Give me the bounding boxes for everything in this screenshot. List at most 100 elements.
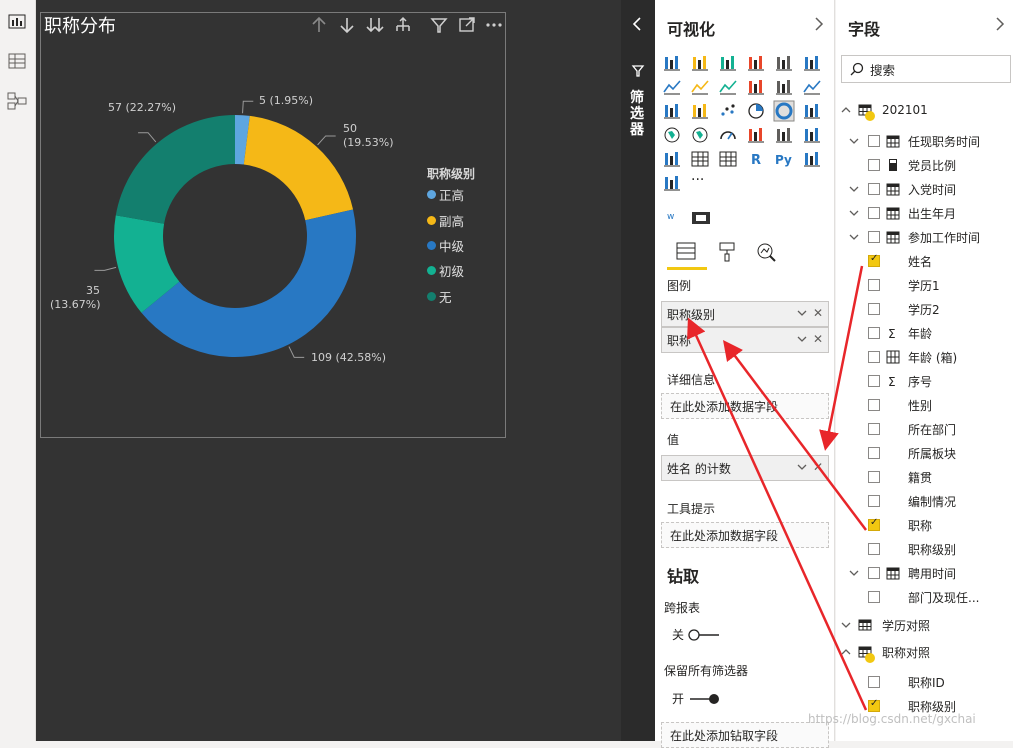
field-row[interactable]: 籍贯 <box>848 466 932 488</box>
field-row[interactable]: Σ 序号 <box>848 370 932 392</box>
chevron-down-icon[interactable] <box>840 619 852 631</box>
values-field[interactable]: 姓名 的计数 ✕ <box>661 455 829 481</box>
field-row[interactable]: 所在部门 <box>848 418 956 440</box>
field-row[interactable]: 性别 <box>848 394 932 416</box>
legend-item-zhenggao[interactable]: 正高 <box>427 186 464 203</box>
matrix-icon[interactable] <box>717 148 739 170</box>
field-checkbox[interactable] <box>868 183 880 195</box>
field-row[interactable]: 学历1 <box>848 274 940 296</box>
chevron-down-icon[interactable] <box>848 567 862 579</box>
field-checkbox[interactable] <box>868 698 880 712</box>
100-stacked-column-icon[interactable] <box>801 52 823 74</box>
pie-chart-icon[interactable] <box>745 100 767 122</box>
cross-report-toggle[interactable]: 关 <box>672 626 721 643</box>
table-header-2[interactable]: 职称对照 <box>840 641 930 663</box>
field-row[interactable]: 职称ID <box>848 671 945 693</box>
field-row[interactable]: 职称级别 <box>848 538 956 560</box>
chevron-up-icon[interactable] <box>840 104 852 116</box>
chevron-right-icon[interactable] <box>813 16 825 32</box>
gauge-icon[interactable] <box>717 124 739 146</box>
table-header-0[interactable]: 202101 <box>840 99 928 121</box>
key-influencers-icon[interactable] <box>801 148 823 170</box>
field-row[interactable]: Σ 年龄 <box>848 322 932 344</box>
chevron-up-icon[interactable] <box>840 646 852 658</box>
field-checkbox[interactable] <box>868 231 880 243</box>
clustered-bar-icon[interactable] <box>717 52 739 74</box>
field-checkbox[interactable] <box>868 423 880 435</box>
remove-field-icon[interactable]: ✕ <box>813 332 823 346</box>
field-row[interactable]: 学历2 <box>848 298 940 320</box>
line-clustered-column-icon[interactable] <box>773 76 795 98</box>
field-row[interactable]: 职称 <box>848 514 932 536</box>
fields-search-input[interactable]: 搜索 <box>841 55 1011 83</box>
field-row[interactable]: 出生年月 <box>848 202 956 224</box>
table-icon[interactable] <box>689 148 711 170</box>
field-checkbox[interactable] <box>868 159 880 171</box>
field-checkbox[interactable] <box>868 253 880 267</box>
legend-item-wu[interactable]: 无 <box>427 288 452 305</box>
remove-field-icon[interactable]: ✕ <box>813 460 823 474</box>
custom-visual-icon[interactable] <box>691 211 711 225</box>
legend-item-chuji[interactable]: 初级 <box>427 262 464 279</box>
field-checkbox[interactable] <box>868 471 880 483</box>
legend-item-zhongji[interactable]: 中级 <box>427 237 464 254</box>
field-checkbox[interactable] <box>868 591 880 603</box>
card-icon[interactable] <box>745 124 767 146</box>
field-row[interactable]: 所属板块 <box>848 442 956 464</box>
field-row[interactable]: 编制情况 <box>848 490 956 512</box>
scatter-icon[interactable] <box>717 100 739 122</box>
chevron-down-icon[interactable] <box>848 207 862 219</box>
r-visual-icon[interactable]: R <box>745 148 767 170</box>
chevron-down-icon[interactable] <box>796 307 808 319</box>
more-visuals-button[interactable]: ··· <box>691 172 704 188</box>
donut-slice-1[interactable] <box>243 115 354 221</box>
table-header-1[interactable]: 学历对照 <box>840 614 930 636</box>
field-checkbox[interactable] <box>868 279 880 291</box>
legend-field-1[interactable]: 职称级别 ✕ <box>661 301 829 327</box>
field-row[interactable]: 年龄 (箱) <box>848 346 957 368</box>
stacked-area-icon[interactable] <box>717 76 739 98</box>
drill-through-drop-zone[interactable]: 在此处添加钻取字段 <box>661 722 829 748</box>
field-checkbox[interactable] <box>868 676 880 688</box>
word-visual-icon[interactable]: w <box>667 212 681 226</box>
field-row[interactable]: 入党时间 <box>848 178 956 200</box>
remove-field-icon[interactable]: ✕ <box>813 306 823 320</box>
field-row[interactable]: 部门及现任... <box>848 586 979 608</box>
legend-field-2[interactable]: 职称 ✕ <box>661 327 829 353</box>
data-view-icon[interactable] <box>6 50 28 72</box>
line-chart-icon[interactable] <box>661 76 683 98</box>
donut-chart-icon[interactable] <box>773 100 795 122</box>
area-chart-icon[interactable] <box>689 76 711 98</box>
field-checkbox[interactable] <box>868 543 880 555</box>
qa-visual-icon[interactable] <box>661 172 683 194</box>
model-view-icon[interactable] <box>6 90 28 112</box>
python-visual-icon[interactable]: Py <box>773 148 795 170</box>
chevron-down-icon[interactable] <box>848 231 862 243</box>
stacked-column-icon[interactable] <box>689 52 711 74</box>
details-drop-zone[interactable]: 在此处添加数据字段 <box>661 393 829 419</box>
analytics-icon[interactable] <box>754 240 778 264</box>
field-checkbox[interactable] <box>868 327 880 339</box>
multirow-card-icon[interactable] <box>773 124 795 146</box>
field-checkbox[interactable] <box>868 517 880 531</box>
waterfall-icon[interactable] <box>661 100 683 122</box>
field-checkbox[interactable] <box>868 399 880 411</box>
report-view-icon[interactable] <box>6 10 28 32</box>
field-checkbox[interactable] <box>868 447 880 459</box>
clustered-column-icon[interactable] <box>745 52 767 74</box>
line-column-icon[interactable] <box>745 76 767 98</box>
legend-item-fugao[interactable]: 副高 <box>427 212 464 229</box>
100-stacked-bar-icon[interactable] <box>773 52 795 74</box>
chevron-left-icon[interactable] <box>630 16 644 32</box>
map-icon[interactable] <box>661 124 683 146</box>
field-checkbox[interactable] <box>868 351 880 363</box>
field-row[interactable]: 姓名 <box>848 250 932 272</box>
field-checkbox[interactable] <box>868 303 880 315</box>
field-checkbox[interactable] <box>868 135 880 147</box>
fields-tab-icon[interactable] <box>674 240 698 264</box>
kpi-icon[interactable] <box>801 124 823 146</box>
treemap-icon[interactable] <box>801 100 823 122</box>
filled-map-icon[interactable] <box>689 124 711 146</box>
keep-filters-toggle[interactable]: 开 <box>672 690 721 707</box>
slicer-icon[interactable] <box>661 148 683 170</box>
